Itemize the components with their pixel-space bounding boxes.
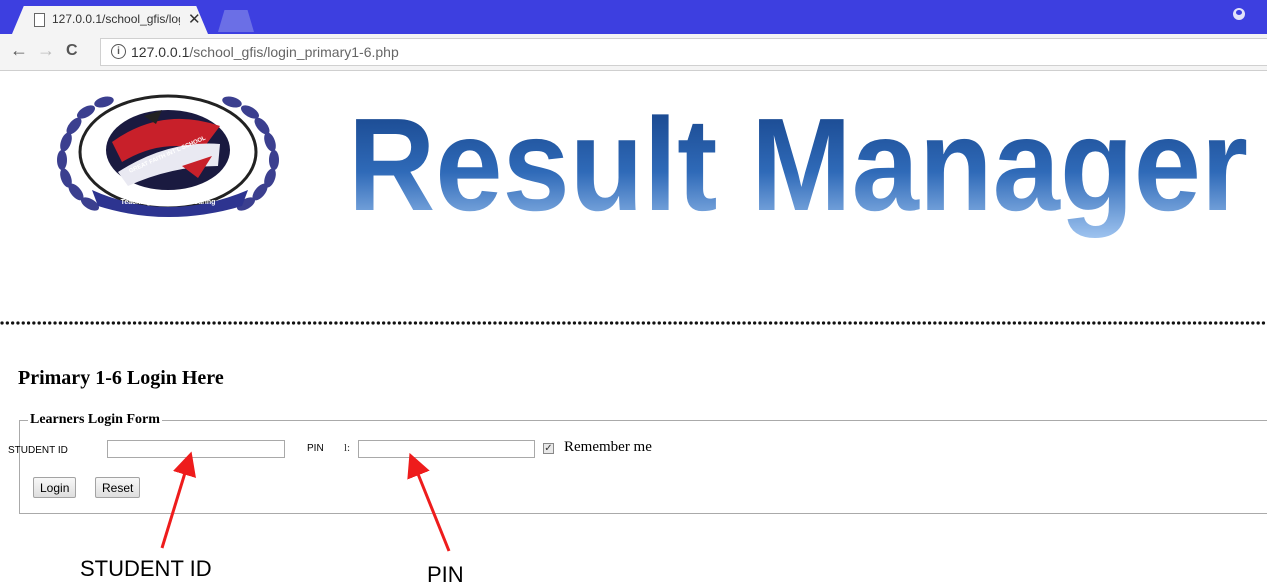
page-title: Primary 1-6 Login Here: [18, 367, 224, 389]
profile-icon[interactable]: [1233, 8, 1245, 20]
dotted-divider: [0, 321, 1267, 325]
school-logo: Teaching, Learning & Caring GREAT FAITH …: [57, 94, 279, 217]
pin-label: PIN: [307, 443, 324, 454]
url-host: 127.0.0.1: [131, 44, 190, 60]
url-path: /school_gfis/login_primary1-6.php: [189, 44, 399, 60]
logo-motto: Teaching, Learning & Caring: [121, 199, 216, 206]
tab-title: 127.0.0.1/school_gfis/log: [52, 12, 180, 26]
address-bar[interactable]: i 127.0.0.1/school_gfis/login_primary1-6…: [100, 38, 1267, 66]
student-id-input[interactable]: [107, 440, 285, 458]
student-id-label: STUDENT ID: [8, 445, 68, 456]
browser-tabstrip: 127.0.0.1/school_gfis/log ✕: [0, 0, 1267, 34]
browser-toolbar: ← → C i 127.0.0.1/school_gfis/login_prim…: [0, 34, 1267, 71]
remember-me-label: Remember me: [564, 439, 652, 455]
pin-input[interactable]: [358, 440, 535, 458]
info-icon[interactable]: i: [111, 44, 126, 59]
banner-title-text: Result Manager: [348, 91, 1248, 238]
student-id-annotation: STUDENT ID: [80, 556, 212, 581]
pin-annotation: PIN: [427, 562, 464, 587]
new-tab-button[interactable]: [218, 10, 254, 32]
login-button[interactable]: Login: [33, 477, 77, 498]
url-text: 127.0.0.1/school_gfis/login_primary1-6.p…: [131, 44, 399, 60]
reset-button[interactable]: Reset: [95, 477, 141, 498]
login-form: Learners Login Form: [19, 412, 1267, 514]
forward-icon[interactable]: →: [37, 40, 55, 61]
reload-icon[interactable]: C: [66, 42, 78, 60]
pin-label-suffix: l:: [344, 442, 351, 454]
close-tab-icon[interactable]: ✕: [188, 10, 201, 28]
remember-me-checkbox[interactable]: ✓: [543, 443, 554, 454]
form-legend: Learners Login Form: [30, 412, 160, 427]
banner-title: Result Manager: [348, 91, 1248, 238]
back-icon[interactable]: ←: [10, 40, 28, 61]
page-icon: [34, 13, 45, 27]
browser-tab[interactable]: 127.0.0.1/school_gfis/log ✕: [12, 6, 208, 34]
